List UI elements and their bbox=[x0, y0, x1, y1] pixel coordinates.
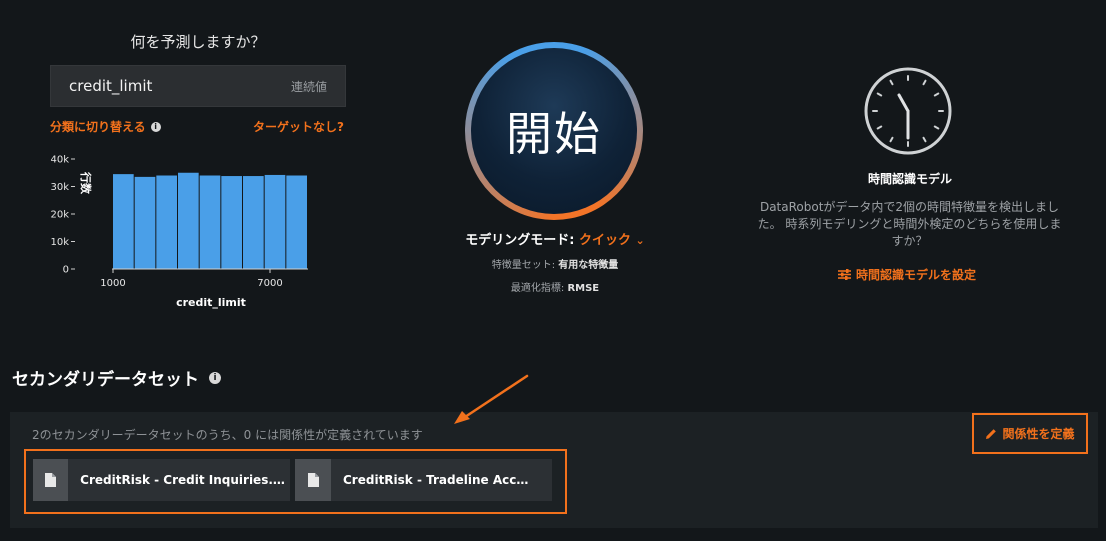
no-target-link[interactable]: ターゲットなし? bbox=[253, 118, 344, 135]
secondary-datasets-title: セカンダリデータセット bbox=[12, 370, 199, 390]
modeling-mode-value: クイック bbox=[578, 233, 631, 248]
y-tick-label: 10k bbox=[50, 237, 69, 248]
histogram-x-label: credit_limit bbox=[176, 296, 246, 309]
file-icon-box bbox=[295, 459, 331, 501]
metric-label: 最適化指標: bbox=[510, 283, 565, 294]
sliders-icon bbox=[838, 269, 851, 280]
histogram-bar[interactable] bbox=[221, 176, 242, 269]
start-button[interactable]: 開始 bbox=[465, 42, 643, 220]
modeling-mode-label: モデリングモード: bbox=[465, 233, 575, 248]
start-button-label: 開始 bbox=[471, 48, 637, 214]
clock-icon bbox=[864, 67, 952, 155]
pencil-icon bbox=[986, 428, 997, 439]
feature-list-value[interactable]: 有用な特徴量 bbox=[558, 260, 618, 271]
info-icon[interactable]: i bbox=[209, 371, 221, 384]
histogram-bar[interactable] bbox=[134, 176, 156, 270]
dataset-card[interactable]: CreditRisk - Credit Inquiries.csv bbox=[33, 459, 290, 501]
time-aware-description: DataRobotがデータ内で2個の時間特徴量を検出しました。 時系列モデリング… bbox=[757, 200, 1062, 248]
dataset-name: CreditRisk - Credit Inquiries.csv bbox=[80, 473, 290, 487]
x-tick-label: 7000 bbox=[257, 278, 282, 289]
time-aware-title: 時間認識モデル bbox=[867, 172, 952, 186]
histogram-bar[interactable] bbox=[264, 174, 286, 269]
target-question: 何を予測しますか？ bbox=[130, 33, 266, 51]
define-relationships-button[interactable]: 関係性を定義 bbox=[972, 413, 1088, 454]
histogram-y-label: 行数 bbox=[79, 171, 93, 195]
histogram-bar[interactable] bbox=[199, 175, 221, 270]
annotation-arrow bbox=[454, 374, 529, 424]
y-tick-label: 0 bbox=[63, 265, 69, 276]
dataset-card[interactable]: CreditRisk - Tradeline Accounts.csv bbox=[295, 459, 552, 501]
histogram-bar[interactable] bbox=[178, 172, 199, 269]
target-value: credit_limit bbox=[69, 77, 153, 95]
file-icon bbox=[307, 473, 319, 487]
optimization-metric-info: 最適化指標: RMSE bbox=[430, 279, 680, 294]
histogram-bar[interactable] bbox=[286, 175, 307, 270]
secondary-datasets-heading: セカンダリデータセット i bbox=[12, 365, 221, 390]
define-relationships-label: 関係性を定義 bbox=[1002, 427, 1075, 441]
histogram-bar[interactable] bbox=[243, 176, 264, 269]
configure-time-aware-label: 時間認識モデルを設定 bbox=[856, 268, 977, 282]
chevron-down-icon: ⌄ bbox=[635, 234, 645, 247]
modeling-mode-selector[interactable]: モデリングモード: クイック ⌄ bbox=[430, 229, 680, 248]
metric-value[interactable]: RMSE bbox=[567, 283, 599, 294]
histogram-bar[interactable] bbox=[113, 174, 134, 270]
file-icon-box bbox=[33, 459, 69, 501]
y-tick-label: 20k bbox=[50, 210, 69, 221]
project-start-page: 何を予測しますか？ credit_limit 連続値 分類に切り替える i ター… bbox=[0, 0, 1106, 541]
dataset-name: CreditRisk - Tradeline Accounts.csv bbox=[343, 473, 536, 487]
histogram-bar[interactable] bbox=[156, 175, 177, 270]
file-icon bbox=[45, 473, 57, 487]
x-tick-label: 1000 bbox=[100, 278, 125, 289]
target-input[interactable]: credit_limit 連続値 bbox=[50, 65, 346, 107]
y-tick-label: 40k bbox=[50, 155, 69, 166]
switch-to-classification-link[interactable]: 分類に切り替える i bbox=[50, 118, 161, 135]
secondary-datasets-summary: 2のセカンダリーデータセットのうち、0 には関係性が定義されています bbox=[32, 428, 423, 442]
configure-time-aware-link[interactable]: 時間認識モデルを設定 bbox=[838, 266, 976, 283]
y-tick-label: 30k bbox=[50, 182, 69, 193]
info-icon[interactable]: i bbox=[150, 121, 161, 132]
target-kind: 連続値 bbox=[290, 79, 327, 94]
switch-to-classification-label: 分類に切り替える bbox=[50, 120, 146, 134]
feature-list-label: 特徴量セット: bbox=[491, 260, 556, 271]
target-histogram: 40k 30k 20k 10k 0 行数 1000 7000 credit_limit bbox=[50, 155, 308, 309]
feature-list-info: 特徴量セット: 有用な特徴量 bbox=[430, 256, 680, 271]
